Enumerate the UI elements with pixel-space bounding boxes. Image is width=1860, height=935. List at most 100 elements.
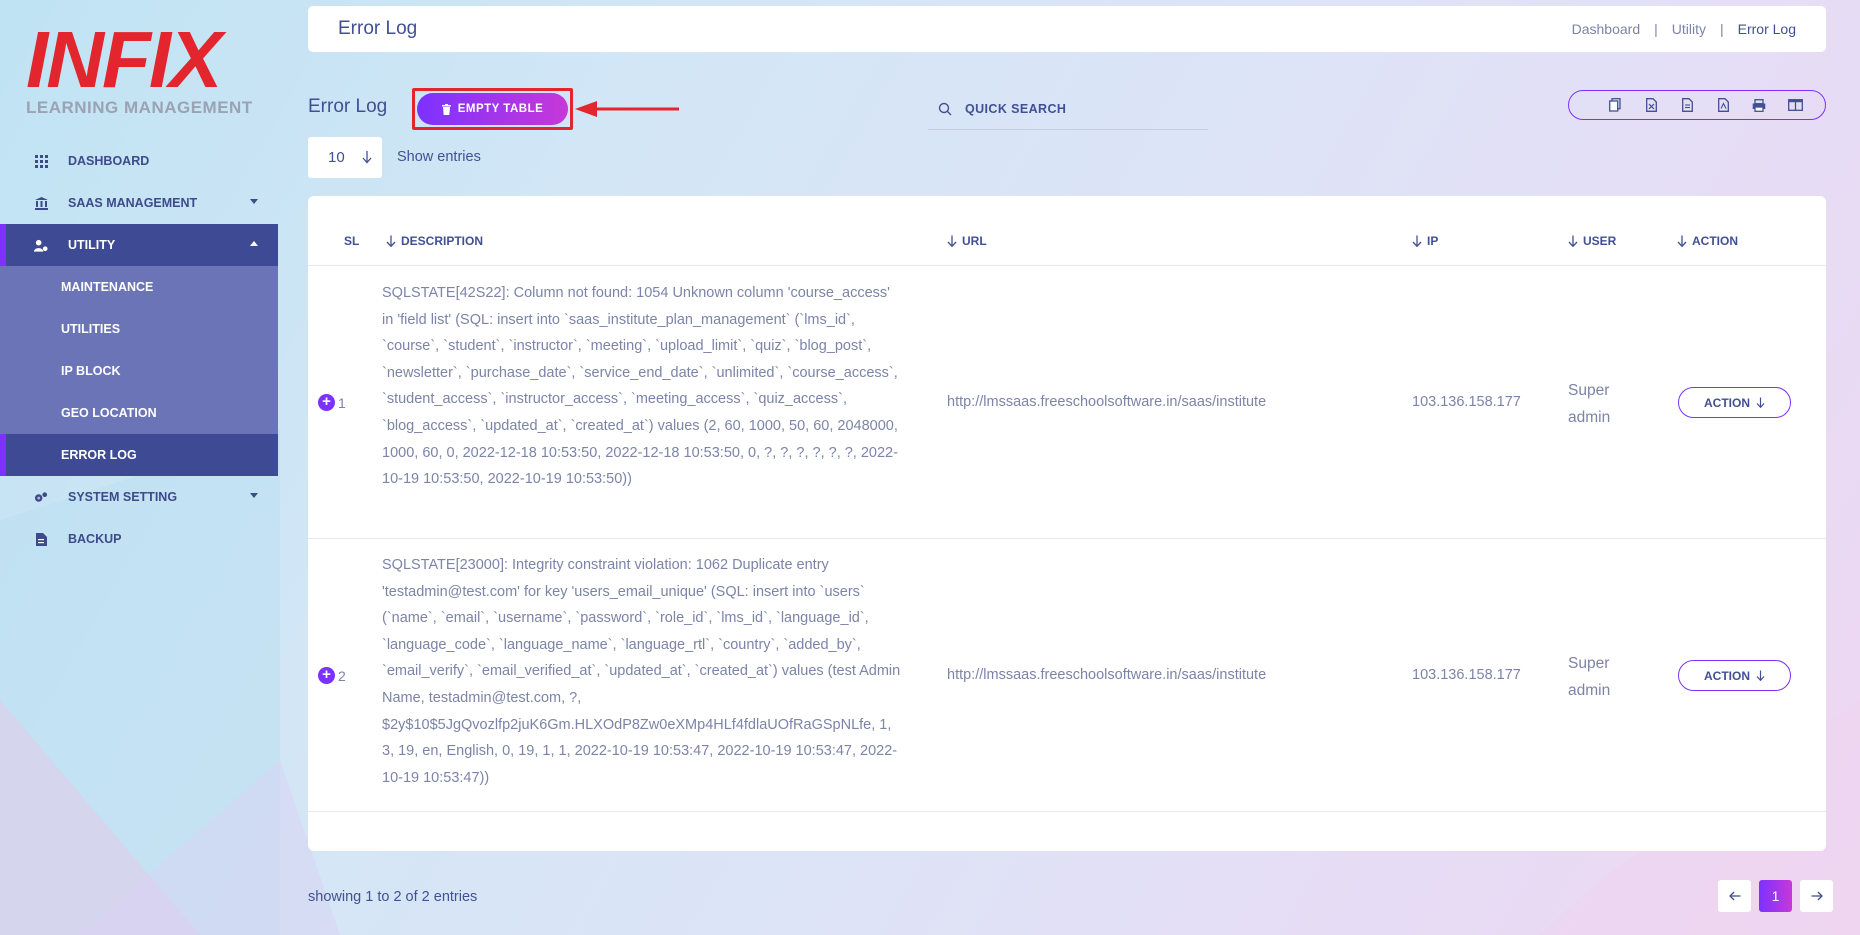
column-header-label: URL [962, 234, 987, 248]
next-page-button[interactable] [1800, 880, 1833, 912]
expand-row-icon[interactable]: + [318, 394, 335, 411]
breadcrumb-separator: | [1654, 21, 1658, 37]
sidebar-item-label: SYSTEM SETTING [68, 490, 178, 504]
excel-button[interactable] [1633, 91, 1669, 119]
print-button[interactable] [1741, 91, 1777, 119]
column-header-label: USER [1583, 234, 1617, 248]
user-gear-icon [34, 238, 48, 252]
empty-table-button[interactable]: EMPTY TABLE [417, 93, 568, 125]
arrow-down-icon [1756, 397, 1765, 408]
chevron-down-icon [250, 493, 258, 498]
arrow-down-icon [1756, 670, 1765, 681]
file-icon [34, 532, 48, 546]
sidebar-item-label: SAAS MANAGEMENT [68, 196, 198, 210]
action-label: ACTION [1704, 395, 1750, 410]
breadcrumb-current: Error Log [1737, 21, 1796, 37]
row-sl: 2 [338, 668, 346, 684]
page-header: Error Log Dashboard | Utility | Error Lo… [308, 6, 1826, 52]
columns-icon [1787, 99, 1803, 111]
column-header-url[interactable]: URL [947, 234, 987, 248]
error-log-table: SL DESCRIPTION URL IP USER ACTION + 1 SQ… [308, 196, 1826, 851]
row-user: Super admin [1568, 655, 1611, 699]
search-icon [938, 102, 952, 115]
quick-search [928, 88, 1208, 130]
sort-arrow-icon [947, 235, 957, 247]
logo-subtitle: LEARNING MANAGEMENT [26, 98, 253, 117]
row-url: http://lmssaas.freeschoolsoftware.in/saa… [947, 394, 1267, 410]
brand-logo[interactable]: INFIX LEARNING MANAGEMENT [26, 20, 256, 122]
prev-page-button[interactable] [1718, 880, 1751, 912]
row-sl: 1 [338, 395, 346, 411]
column-header-label: ACTION [1692, 234, 1738, 248]
row-description: SQLSTATE[42S22]: Column not found: 1054 … [382, 285, 898, 488]
action-label: ACTION [1704, 668, 1750, 683]
csv-button[interactable] [1669, 91, 1705, 119]
breadcrumb-dashboard[interactable]: Dashboard [1572, 21, 1641, 37]
sidebar: INFIX LEARNING MANAGEMENT DASHBOARD SAAS… [0, 0, 278, 935]
page-button-current[interactable]: 1 [1759, 880, 1792, 912]
section-title: Error Log [308, 96, 388, 117]
sidebar-item-backup[interactable]: BACKUP [0, 518, 278, 560]
bank-icon [34, 196, 48, 210]
empty-table-label: EMPTY TABLE [457, 103, 544, 115]
utility-submenu: MAINTENANCE UTILITIES IP BLOCK GEO LOCAT… [0, 266, 278, 476]
entries-select[interactable]: 10 [308, 137, 382, 178]
sidebar-item-label: DASHBOARD [68, 154, 150, 168]
expand-row-icon[interactable]: + [318, 667, 335, 684]
column-header-label: SL [344, 234, 360, 248]
sidebar-item-geo-location[interactable]: GEO LOCATION [0, 392, 278, 434]
chevron-down-icon [250, 199, 258, 204]
pdf-icon [1717, 98, 1729, 112]
sidebar-item-label: UTILITY [68, 238, 116, 252]
row-description: SQLSTATE[23000]: Integrity constraint vi… [382, 557, 901, 786]
sidebar-item-dashboard[interactable]: DASHBOARD [0, 140, 278, 182]
sidebar-item-ip-block[interactable]: IP BLOCK [0, 350, 278, 392]
csv-icon [1681, 98, 1693, 112]
pdf-button[interactable] [1705, 91, 1741, 119]
column-header-user[interactable]: USER [1568, 234, 1616, 248]
export-button-group [1568, 90, 1826, 120]
breadcrumb-separator: | [1720, 21, 1724, 37]
trash-icon [441, 103, 451, 115]
arrow-right-icon [1811, 891, 1823, 901]
sort-arrow-icon [1568, 235, 1578, 247]
column-header-action[interactable]: ACTION [1677, 234, 1738, 248]
copy-button[interactable] [1597, 91, 1633, 119]
sidebar-item-error-log[interactable]: ERROR LOG [0, 434, 278, 476]
grid-icon [34, 154, 48, 168]
breadcrumb: Dashboard | Utility | Error Log [1572, 21, 1796, 37]
sidebar-item-saas-management[interactable]: SAAS MANAGEMENT [0, 182, 278, 224]
excel-icon [1645, 98, 1657, 112]
columns-button[interactable] [1777, 91, 1813, 119]
row-action-button[interactable]: ACTION [1678, 387, 1791, 418]
row-ip: 103.136.158.177 [1412, 394, 1521, 410]
entries-label: Show entries [397, 149, 481, 165]
sidebar-nav: DASHBOARD SAAS MANAGEMENT UTILITY MAINTE… [0, 140, 278, 560]
sidebar-item-utility[interactable]: UTILITY [0, 224, 278, 266]
sort-arrow-icon [386, 235, 396, 247]
sidebar-item-system-setting[interactable]: SYSTEM SETTING [0, 476, 278, 518]
sidebar-item-utilities[interactable]: UTILITIES [0, 308, 278, 350]
chevron-up-icon [250, 241, 258, 246]
column-header-label: DESCRIPTION [401, 234, 484, 248]
column-header-description[interactable]: DESCRIPTION [386, 234, 483, 248]
column-header-ip[interactable]: IP [1412, 234, 1438, 248]
row-ip: 103.136.158.177 [1412, 667, 1521, 683]
breadcrumb-utility[interactable]: Utility [1672, 21, 1706, 37]
sort-arrow-icon [1677, 235, 1687, 247]
row-url: http://lmssaas.freeschoolsoftware.in/saa… [947, 667, 1267, 683]
row-user: Super admin [1568, 382, 1611, 426]
entries-value: 10 [328, 149, 345, 166]
entries-info: showing 1 to 2 of 2 entries [308, 889, 478, 905]
copy-icon [1609, 98, 1621, 112]
column-header-sl[interactable]: SL [344, 234, 359, 248]
print-icon [1752, 98, 1766, 112]
table-row: + 1 SQLSTATE[42S22]: Column not found: 1… [308, 266, 1826, 539]
arrow-down-icon [362, 151, 372, 164]
sidebar-item-maintenance[interactable]: MAINTENANCE [0, 266, 278, 308]
search-input[interactable] [965, 101, 1195, 116]
annotation-arrow-icon [575, 101, 679, 117]
row-action-button[interactable]: ACTION [1678, 660, 1791, 691]
page-title: Error Log [338, 18, 418, 39]
table-row: + 2 SQLSTATE[23000]: Integrity constrain… [308, 539, 1826, 812]
